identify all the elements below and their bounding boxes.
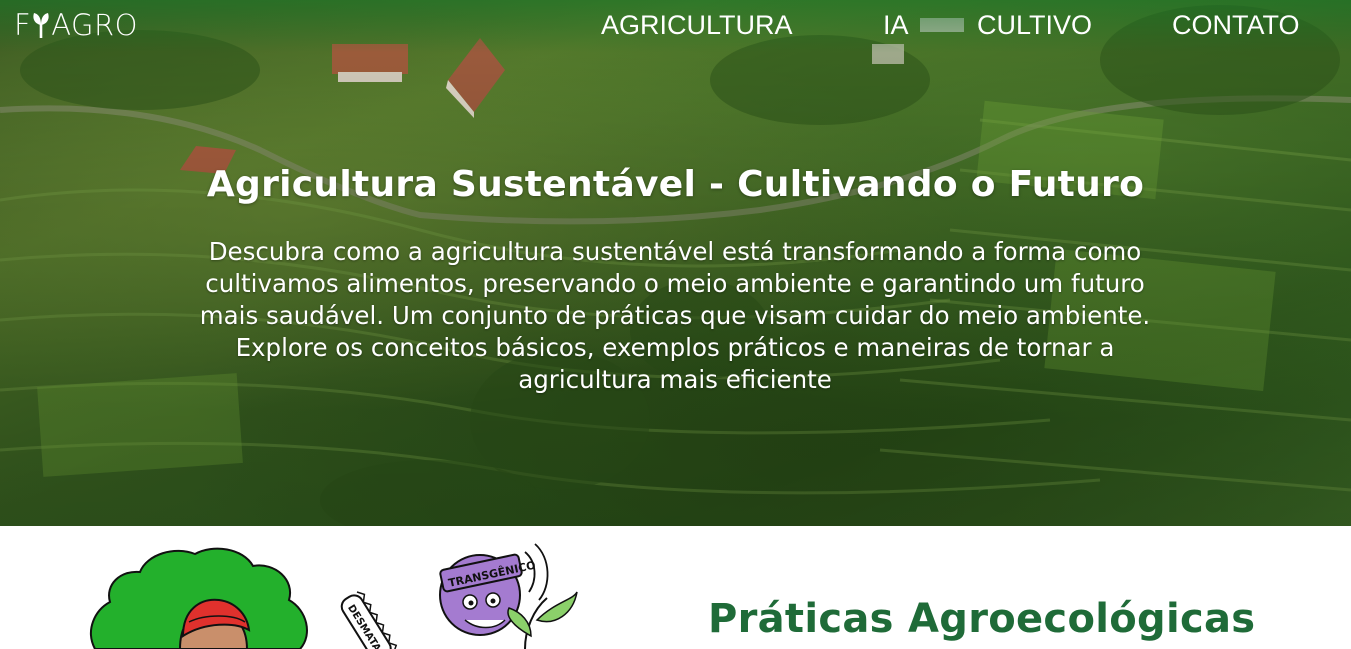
- agroecology-illustration: DESMATA TRANSGÊNICO: [90, 543, 578, 649]
- nav-link-cultivo[interactable]: CULTIVO: [977, 8, 1092, 42]
- practices-section: DESMATA TRANSGÊNICO Práticas Agroecológi…: [0, 526, 1351, 649]
- hero-description: Descubra como a agricultura sustentável …: [199, 237, 1151, 394]
- hero-title: Agricultura Sustentável - Cultivando o F…: [206, 164, 1145, 205]
- main-nav: AGRICULTURA IA CULTIVO CONTATO: [0, 8, 1351, 42]
- nav-link-contato[interactable]: CONTATO: [1172, 8, 1300, 42]
- section-title: Práticas Agroecológicas: [708, 596, 1256, 642]
- nav-link-agricultura[interactable]: AGRICULTURA: [601, 8, 793, 42]
- nav-link-ia[interactable]: IA: [883, 8, 909, 42]
